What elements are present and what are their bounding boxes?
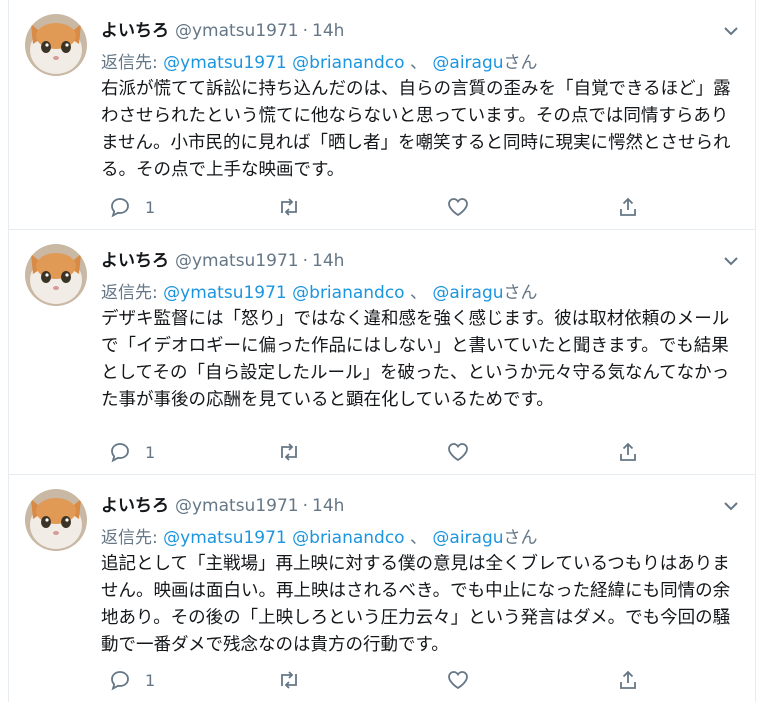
reply-count: 1	[145, 670, 156, 690]
retweet-icon	[281, 443, 297, 461]
timeline: よいちろ @ymatsu1971 · 14h 返信先: @ymatsu1971 @br…	[8, 0, 756, 702]
reply-count: 1	[145, 442, 156, 462]
reply-suffix: さん	[503, 283, 538, 303]
heart-icon	[448, 198, 468, 217]
share-button[interactable]	[617, 440, 639, 464]
reply-mention-2[interactable]: @brianandco	[292, 283, 404, 303]
user-handle[interactable]: @ymatsu1971	[175, 21, 299, 41]
tweet-text: 追記として「主戦場」再上映に対する僕の意見は全くブレているつもりはありません。映…	[101, 554, 731, 655]
avatar[interactable]	[25, 489, 87, 551]
tweet-actions: 1	[101, 668, 641, 692]
tweet[interactable]: よいちろ @ymatsu1971 · 14h 返信先: @ymatsu1971 @br…	[9, 230, 755, 475]
timestamp[interactable]: 14h	[312, 496, 344, 516]
reply-mention-2[interactable]: @brianandco	[292, 53, 404, 73]
user-handle[interactable]: @ymatsu1971	[175, 251, 299, 271]
reply-icon	[111, 198, 129, 218]
chevron-down-icon[interactable]	[723, 252, 739, 266]
retweet-button[interactable]	[277, 195, 301, 219]
reply-suffix: さん	[503, 528, 538, 548]
reply-separator: 、	[410, 53, 427, 73]
reply-button[interactable]: 1	[109, 668, 155, 692]
reply-prefix: 返信先:	[101, 53, 158, 73]
heart-icon	[448, 671, 468, 690]
chevron-down-icon[interactable]	[723, 497, 739, 511]
tweet-header: よいちろ @ymatsu1971 · 14h	[101, 246, 715, 271]
tweet-header: よいちろ @ymatsu1971 · 14h	[101, 16, 715, 41]
retweet-icon	[281, 198, 297, 216]
reply-mention-3[interactable]: @airagu	[432, 53, 503, 73]
reply-mention-1[interactable]: @ymatsu1971	[163, 528, 287, 548]
avatar[interactable]	[25, 14, 87, 76]
tweet-text: 右派が慌てて訴訟に持ち込んだのは、自らの言質の歪みを「自覚できるほど」露わさせら…	[101, 79, 731, 180]
reply-context: 返信先: @ymatsu1971 @brianandco 、 @airaguさん	[101, 48, 538, 73]
timestamp[interactable]: 14h	[312, 21, 344, 41]
like-button[interactable]	[447, 668, 469, 692]
reply-mention-3[interactable]: @airagu	[432, 283, 503, 303]
reply-prefix: 返信先:	[101, 528, 158, 548]
tweet[interactable]: よいちろ @ymatsu1971 · 14h 返信先: @ymatsu1971 @br…	[9, 0, 755, 230]
reply-button[interactable]: 1	[109, 195, 155, 219]
tweet-header: よいちろ @ymatsu1971 · 14h	[101, 491, 715, 516]
reply-context: 返信先: @ymatsu1971 @brianandco 、 @airaguさん	[101, 523, 538, 548]
tweet-actions: 1	[101, 440, 641, 464]
display-name[interactable]: よいちろ	[101, 21, 169, 41]
like-button[interactable]	[447, 195, 469, 219]
user-handle[interactable]: @ymatsu1971	[175, 496, 299, 516]
reply-context: 返信先: @ymatsu1971 @brianandco 、 @airaguさん	[101, 278, 538, 303]
chevron-down-icon[interactable]	[723, 22, 739, 36]
share-icon	[620, 442, 636, 461]
share-button[interactable]	[617, 668, 639, 692]
reply-separator: 、	[410, 528, 427, 548]
reply-mention-1[interactable]: @ymatsu1971	[163, 53, 287, 73]
reply-button[interactable]: 1	[109, 440, 155, 464]
retweet-icon	[281, 671, 297, 689]
display-name[interactable]: よいちろ	[101, 251, 169, 271]
reply-prefix: 返信先:	[101, 283, 158, 303]
share-icon	[620, 670, 636, 689]
retweet-button[interactable]	[277, 668, 301, 692]
avatar[interactable]	[25, 244, 87, 306]
reply-mention-1[interactable]: @ymatsu1971	[163, 283, 287, 303]
timestamp[interactable]: 14h	[312, 251, 344, 271]
display-name[interactable]: よいちろ	[101, 496, 169, 516]
tweet-actions: 1	[101, 195, 641, 219]
separator-dot: ·	[302, 496, 309, 516]
tweet[interactable]: よいちろ @ymatsu1971 · 14h 返信先: @ymatsu1971 @br…	[9, 475, 755, 702]
reply-icon	[111, 443, 129, 463]
reply-mention-2[interactable]: @brianandco	[292, 528, 404, 548]
reply-suffix: さん	[503, 53, 538, 73]
separator-dot: ·	[302, 21, 309, 41]
reply-mention-3[interactable]: @airagu	[432, 528, 503, 548]
reply-icon	[111, 671, 129, 691]
reply-separator: 、	[410, 283, 427, 303]
tweet-text: デザキ監督には「怒り」ではなく違和感を強く感じます。彼は取材依頼のメールで「イデ…	[101, 309, 730, 410]
separator-dot: ·	[302, 251, 309, 271]
like-button[interactable]	[447, 440, 469, 464]
share-button[interactable]	[617, 195, 639, 219]
heart-icon	[448, 443, 468, 462]
share-icon	[620, 197, 636, 216]
retweet-button[interactable]	[277, 440, 301, 464]
reply-count: 1	[145, 197, 156, 217]
